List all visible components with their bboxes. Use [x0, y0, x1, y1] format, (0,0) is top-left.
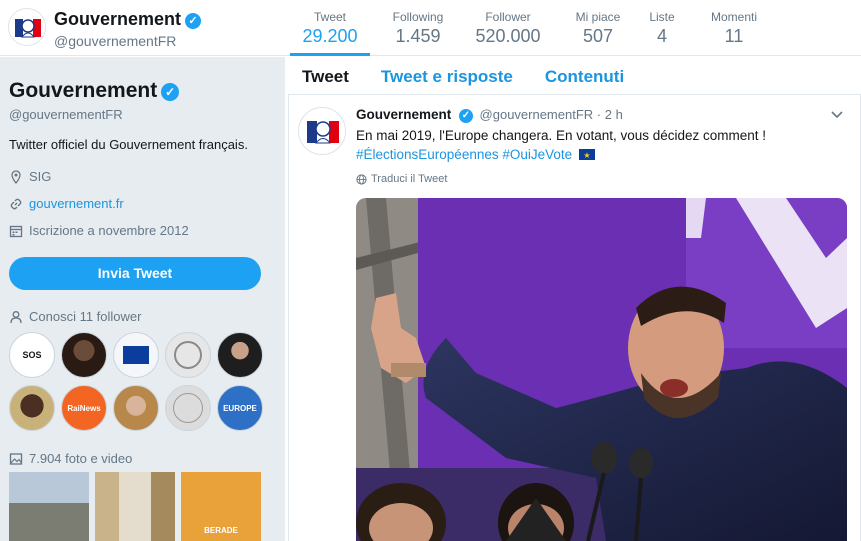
photo-grid: BERADE	[9, 472, 261, 541]
tweet-author-name[interactable]: Gouvernement	[356, 107, 451, 122]
stat-tweets[interactable]: Tweet 29.200	[290, 0, 370, 56]
follower-avatar[interactable]	[165, 385, 211, 431]
follower-avatar[interactable]: SOS	[9, 332, 55, 378]
location-text: SIG	[29, 169, 52, 184]
website-link[interactable]: gouvernement.fr	[29, 196, 124, 211]
verified-badge-icon: ✓	[185, 13, 202, 29]
tab-tweets-and-replies[interactable]: Tweet e risposte	[381, 57, 513, 95]
tweet-author-avatar[interactable]	[298, 107, 346, 155]
translate-text: Traduci il Tweet	[371, 173, 448, 185]
followers-you-know-header[interactable]: Conosci 11 follower	[9, 309, 141, 324]
hashtag-link[interactable]: #OuiJeVote	[502, 147, 572, 162]
photo-thumbnail[interactable]	[95, 472, 175, 541]
globe-icon	[356, 173, 367, 185]
tweet-item[interactable]: Gouvernement ✓ @gouvernementFR · 2 h En …	[288, 95, 861, 541]
chevron-down-icon[interactable]	[830, 107, 844, 123]
follower-avatar[interactable]: EUROPE	[217, 385, 263, 431]
profile-name[interactable]: Gouvernement ✓	[9, 79, 180, 103]
stat-following[interactable]: Following 1.459	[374, 0, 462, 56]
follower-avatar[interactable]	[113, 332, 159, 378]
follower-label: EUROPE	[223, 403, 257, 413]
follower-avatar[interactable]	[165, 332, 211, 378]
tweet-text: En mai 2019, l'Europe changera. En votan…	[356, 126, 836, 165]
tab-media[interactable]: Contenuti	[545, 57, 624, 95]
eu-flag-emoji-icon	[578, 146, 595, 165]
photo-thumbnail[interactable]	[9, 472, 89, 541]
verified-badge-icon: ✓	[161, 83, 180, 101]
translate-tweet-link[interactable]: Traduci il Tweet	[356, 173, 447, 185]
timeline-tabs: Tweet Tweet e risposte Contenuti	[288, 57, 861, 95]
round-logo-icon	[173, 393, 203, 423]
follower-avatar[interactable]	[217, 332, 263, 378]
stat-lists[interactable]: Liste 4	[634, 0, 690, 56]
profile-joined: Iscrizione a novembre 2012	[9, 223, 189, 238]
marianne-logo	[9, 9, 45, 45]
stat-label: Follower	[485, 10, 531, 24]
tweet-separator: ·	[596, 107, 602, 122]
stat-label: Tweet	[313, 10, 346, 24]
stat-value: 507	[582, 26, 614, 46]
joined-text: Iscrizione a novembre 2012	[29, 223, 189, 238]
profile-nav-bar: Gouvernement ✓ @gouvernementFR Tweet 29.2…	[0, 0, 861, 56]
photo-label: BERADE	[204, 526, 238, 535]
hashtag-link[interactable]: #ÉlectionsEuropéennes	[356, 147, 499, 162]
verified-badge-icon: ✓	[458, 109, 473, 123]
profile-sidebar: Gouvernement ✓ @gouvernementFR Twitter of…	[0, 57, 285, 541]
stat-value: 11	[724, 26, 744, 46]
person-icon	[10, 310, 22, 323]
stat-likes[interactable]: Mi piace 507	[562, 0, 634, 56]
stat-value: 29.200	[302, 26, 358, 46]
profile-location: SIG	[9, 169, 51, 184]
stat-value: 4	[656, 26, 667, 46]
photo-thumbnail[interactable]: BERADE	[181, 472, 261, 541]
tweet-text-line: En mai 2019, l'Europe changera. En votan…	[356, 128, 767, 143]
location-pin-icon	[11, 169, 21, 184]
link-icon	[10, 198, 22, 209]
followers-you-know-text: Conosci 11 follower	[29, 309, 142, 324]
follower-label: RaiNews	[67, 403, 101, 413]
followers-grid: SOS RaiNews EUROPE	[9, 332, 269, 431]
follower-avatar[interactable]	[113, 385, 159, 431]
profile-bio: Twitter officiel du Gouvernement françai…	[9, 137, 248, 152]
follower-label: SOS	[22, 350, 42, 360]
photo-icon	[9, 452, 23, 465]
follower-avatar[interactable]	[61, 332, 107, 378]
follower-avatar[interactable]: RaiNews	[61, 385, 107, 431]
profile-stats: Tweet 29.200 Following 1.459 Follower 52…	[290, 0, 774, 56]
nav-profile-handle: @gouvernementFR	[54, 33, 177, 49]
calendar-icon	[9, 225, 23, 237]
profile-avatar-small[interactable]	[8, 8, 46, 46]
timeline-column: Tweet Tweet e risposte Contenuti Gouvern…	[288, 57, 861, 541]
photos-videos-text: 7.904 foto e video	[29, 451, 133, 466]
stat-followers[interactable]: Follower 520.000	[462, 0, 554, 56]
photos-videos-header[interactable]: 7.904 foto e video	[9, 451, 132, 466]
profile-website: gouvernement.fr	[9, 196, 124, 211]
tweet-hashtags-line: #ÉlectionsEuropéennes #OuiJeVote	[356, 145, 836, 165]
profile-handle: @gouvernementFR	[9, 107, 123, 122]
stat-label: Liste	[649, 10, 675, 24]
stat-value: 1.459	[395, 26, 441, 46]
tab-tweets[interactable]: Tweet	[302, 57, 349, 95]
tweet-timestamp[interactable]: 2 h	[605, 107, 623, 122]
tweet-media-photo[interactable]	[356, 198, 847, 541]
tweet-header: Gouvernement ✓ @gouvernementFR · 2 h	[356, 107, 623, 123]
marianne-logo	[299, 108, 345, 154]
eu-flag-icon	[123, 346, 149, 364]
follower-avatar[interactable]	[9, 385, 55, 431]
tweet-author-handle[interactable]: @gouvernementFR	[480, 107, 594, 122]
politician-photo	[356, 198, 847, 541]
stat-label: Following	[392, 10, 444, 24]
stat-value: 520.000	[475, 26, 541, 46]
send-tweet-button[interactable]: Invia Tweet	[9, 257, 261, 290]
stat-moments[interactable]: Momenti 11	[694, 0, 774, 56]
stat-label: Momenti	[710, 10, 757, 24]
stat-label: Mi piace	[575, 10, 621, 24]
seal-icon	[174, 341, 202, 369]
nav-profile-name[interactable]: Gouvernement ✓	[54, 9, 202, 30]
